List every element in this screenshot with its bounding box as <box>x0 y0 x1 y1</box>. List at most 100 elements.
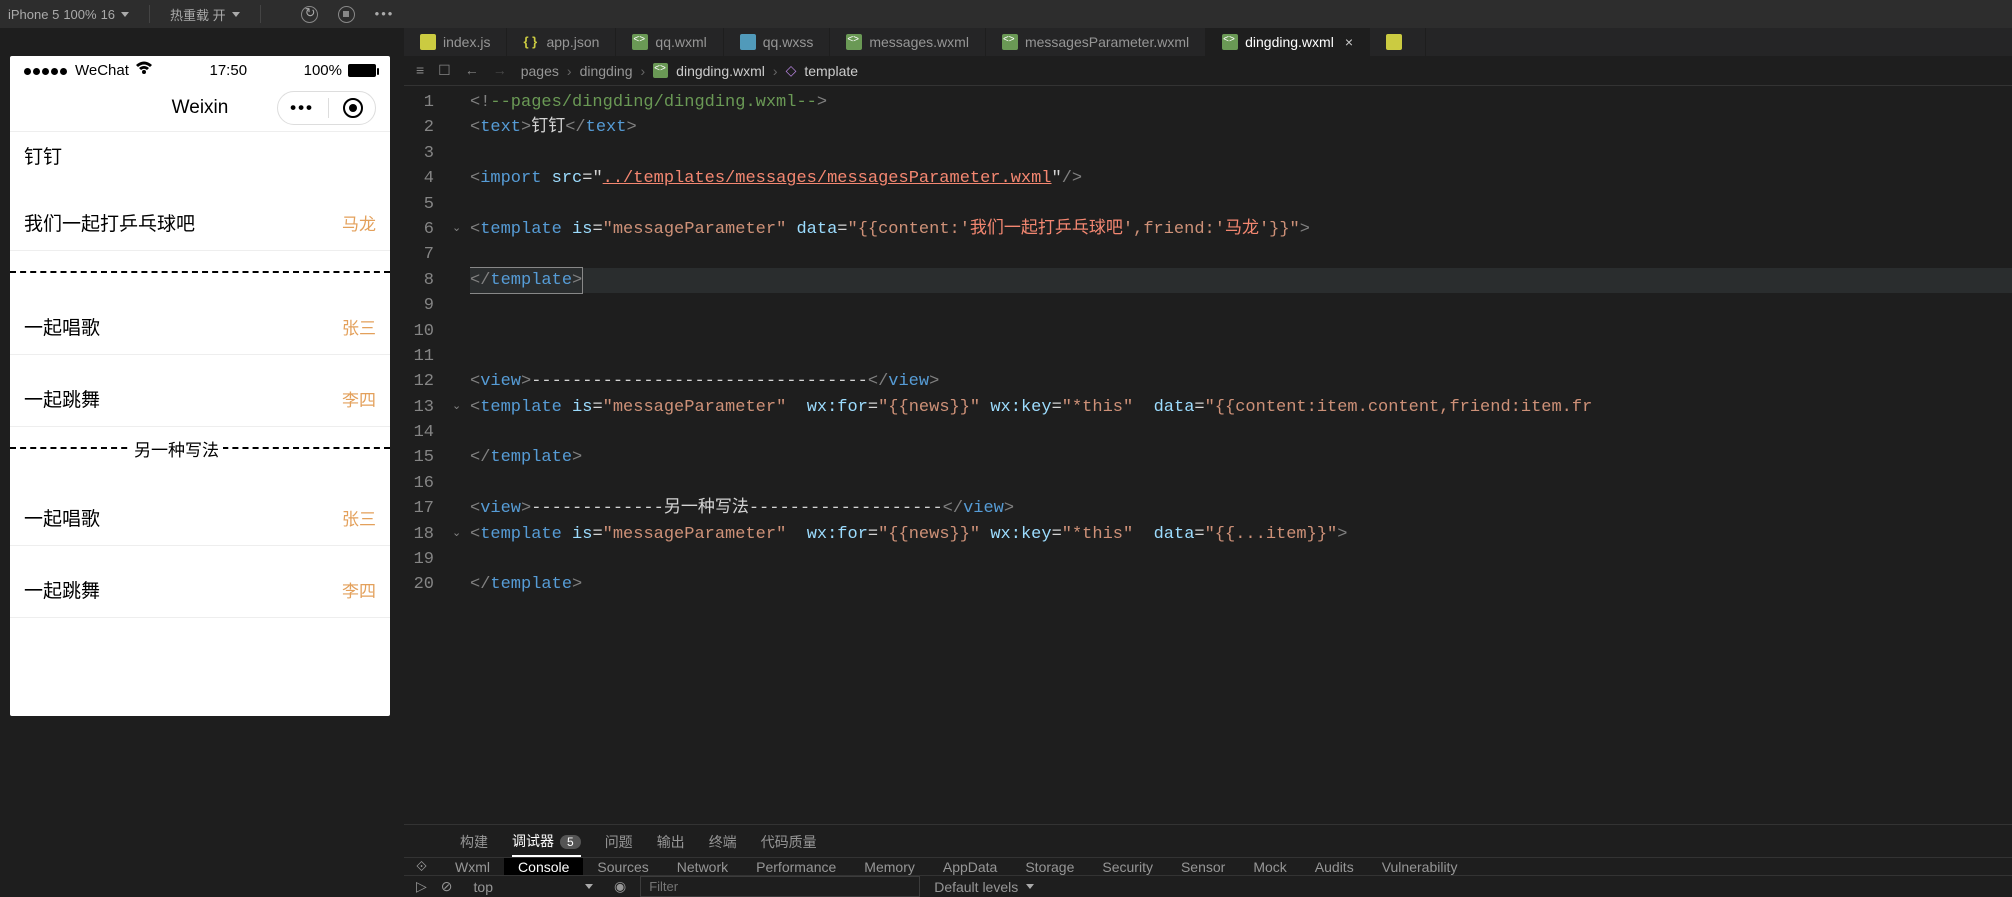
code-line[interactable] <box>470 344 2012 369</box>
devtools-tab-storage[interactable]: Storage <box>1011 858 1088 875</box>
code-line[interactable] <box>470 141 2012 166</box>
devtools-tab-wxml[interactable]: Wxml <box>441 858 504 875</box>
more-menu-icon[interactable]: ••• <box>375 6 395 23</box>
editor-panel: index.js{ }app.jsonqq.wxmlqq.wxssmessage… <box>404 28 2012 894</box>
editor-tab[interactable]: messages.wxml <box>830 28 986 56</box>
panel-tab-issues[interactable]: 问题 <box>605 832 633 856</box>
editor-tab[interactable]: qq.wxss <box>724 28 831 56</box>
code-line[interactable]: <template is="messageParameter" wx:for="… <box>470 395 2012 420</box>
devtools-tab-security[interactable]: Security <box>1088 858 1167 875</box>
list-icon[interactable]: ≡ <box>416 62 424 79</box>
wxss-file-icon <box>740 34 756 50</box>
devtools-tab-network[interactable]: Network <box>663 858 742 875</box>
panel-tab-build[interactable]: 构建 <box>460 832 488 856</box>
devtools-tab-sensor[interactable]: Sensor <box>1167 858 1239 875</box>
code-line[interactable] <box>470 420 2012 445</box>
code-line[interactable]: <import src="../templates/messages/messa… <box>470 166 2012 191</box>
carrier-label: WeChat <box>75 62 129 79</box>
forward-icon[interactable]: → <box>493 62 507 79</box>
message-friend: 张三 <box>342 314 376 339</box>
log-levels-selector[interactable]: Default levels <box>934 879 1034 895</box>
back-icon[interactable]: ← <box>465 62 479 79</box>
code-line[interactable] <box>470 192 2012 217</box>
capsule-menu[interactable]: ••• <box>277 91 376 125</box>
phone-nav-bar: Weixin ••• <box>10 84 390 132</box>
editor-tab[interactable]: qq.wxml <box>616 28 723 56</box>
phone-frame: WeChat 17:50 100% Weixin ••• <box>10 56 390 716</box>
capsule-close-icon[interactable] <box>343 98 363 118</box>
breadcrumb[interactable]: pages › dingding › dingding.wxml › ◇ tem… <box>521 62 858 79</box>
editor-tab[interactable]: { }app.json <box>507 28 616 56</box>
page-content[interactable]: 钉钉 我们一起打乒乓球吧 马龙 一起唱歌 张三 一起跳舞 李四 另一 <box>10 132 390 716</box>
js-file-icon <box>1386 34 1402 50</box>
code-line[interactable]: <view>---------------------------------<… <box>470 369 2012 394</box>
devtools-tab-appdata[interactable]: AppData <box>929 858 1011 875</box>
code-line[interactable] <box>470 293 2012 318</box>
refresh-icon[interactable]: ↻ <box>301 6 318 23</box>
list-item: 我们一起打乒乓球吧 马龙 <box>10 179 390 251</box>
wifi-icon <box>135 61 153 79</box>
devtools-tab-vulnerability[interactable]: Vulnerability <box>1368 858 1472 875</box>
message-friend: 马龙 <box>342 210 376 235</box>
devtools-tabs: ⟐ WxmlConsoleSourcesNetworkPerformanceMe… <box>404 857 2012 875</box>
message-friend: 李四 <box>342 577 376 602</box>
wxml-file-icon <box>1002 34 1018 50</box>
debugger-count-badge: 5 <box>560 835 581 849</box>
editor-tab[interactable] <box>1370 28 1426 56</box>
list-item: 一起唱歌 张三 <box>10 283 390 355</box>
bookmark-icon[interactable]: ☐ <box>438 62 451 79</box>
list-item: 一起跳舞 李四 <box>10 355 390 427</box>
context-selector[interactable]: top <box>467 878 600 896</box>
devtools-tab-mock[interactable]: Mock <box>1239 858 1300 875</box>
editor-tab[interactable]: messagesParameter.wxml <box>986 28 1206 56</box>
code-line[interactable]: <view>-------------另一种写法----------------… <box>470 496 2012 521</box>
fold-column[interactable]: ⌄⌄⌄ <box>452 86 470 824</box>
code-line[interactable]: </template> <box>470 572 2012 597</box>
panel-tab-terminal[interactable]: 终端 <box>709 832 737 856</box>
devtools-tab-sources[interactable]: Sources <box>583 858 662 875</box>
capsule-more-icon[interactable]: ••• <box>290 98 314 118</box>
code-line[interactable]: <!--pages/dingding/dingding.wxml--> <box>470 90 2012 115</box>
message-content: 一起唱歌 <box>24 313 100 340</box>
inspect-icon[interactable]: ⟐ <box>416 858 427 875</box>
clear-console-icon[interactable]: ⊘ <box>441 878 453 895</box>
code-line[interactable] <box>470 547 2012 572</box>
phone-status-bar: WeChat 17:50 100% <box>10 56 390 84</box>
line-numbers: 1234567891011121314151617181920 <box>404 86 452 824</box>
stop-icon[interactable] <box>338 6 355 23</box>
tab-label: app.json <box>546 34 599 50</box>
devtools-tab-memory[interactable]: Memory <box>850 858 929 875</box>
top-toolbar: iPhone 5 100% 16 热重载 开 ↻ ••• <box>0 0 2012 28</box>
editor-tab[interactable]: index.js <box>404 28 507 56</box>
editor-tab[interactable]: dingding.wxml × <box>1206 28 1370 56</box>
eye-icon[interactable]: ◉ <box>614 878 626 895</box>
hot-reload-toggle[interactable]: 热重载 开 <box>170 5 240 24</box>
code-line[interactable] <box>470 319 2012 344</box>
list-item: 一起跳舞 李四 <box>10 546 390 618</box>
device-selector[interactable]: iPhone 5 100% 16 <box>8 7 129 22</box>
wxml-file-icon <box>632 34 648 50</box>
toggle-sidebar-icon[interactable]: ▷ <box>416 878 427 895</box>
code-line[interactable]: </template> <box>470 445 2012 470</box>
panel-tab-quality[interactable]: 代码质量 <box>761 832 817 856</box>
code-line[interactable] <box>470 471 2012 496</box>
code-line[interactable]: <template is="messageParameter" data="{{… <box>470 217 2012 242</box>
panel-tab-debugger[interactable]: 调试器5 <box>512 831 581 857</box>
wxml-file-icon <box>846 34 862 50</box>
tab-label: dingding.wxml <box>1245 34 1334 50</box>
devtools-tab-console[interactable]: Console <box>504 858 583 875</box>
code-editor[interactable]: 1234567891011121314151617181920 ⌄⌄⌄ <!--… <box>404 86 2012 824</box>
code-line[interactable] <box>470 242 2012 267</box>
divider <box>149 5 150 23</box>
code-line[interactable]: <text>钉钉</text> <box>470 115 2012 140</box>
code-line[interactable]: </template> <box>470 268 2012 293</box>
close-icon[interactable]: × <box>1345 34 1353 50</box>
code-content[interactable]: <!--pages/dingding/dingding.wxml--><text… <box>470 86 2012 824</box>
code-line[interactable]: <template is="messageParameter" wx:for="… <box>470 522 2012 547</box>
message-friend: 李四 <box>342 386 376 411</box>
devtools-tab-performance[interactable]: Performance <box>742 858 850 875</box>
clock-label: 17:50 <box>210 62 248 79</box>
panel-tab-output[interactable]: 输出 <box>657 832 685 856</box>
message-content: 一起跳舞 <box>24 385 100 412</box>
devtools-tab-audits[interactable]: Audits <box>1301 858 1368 875</box>
